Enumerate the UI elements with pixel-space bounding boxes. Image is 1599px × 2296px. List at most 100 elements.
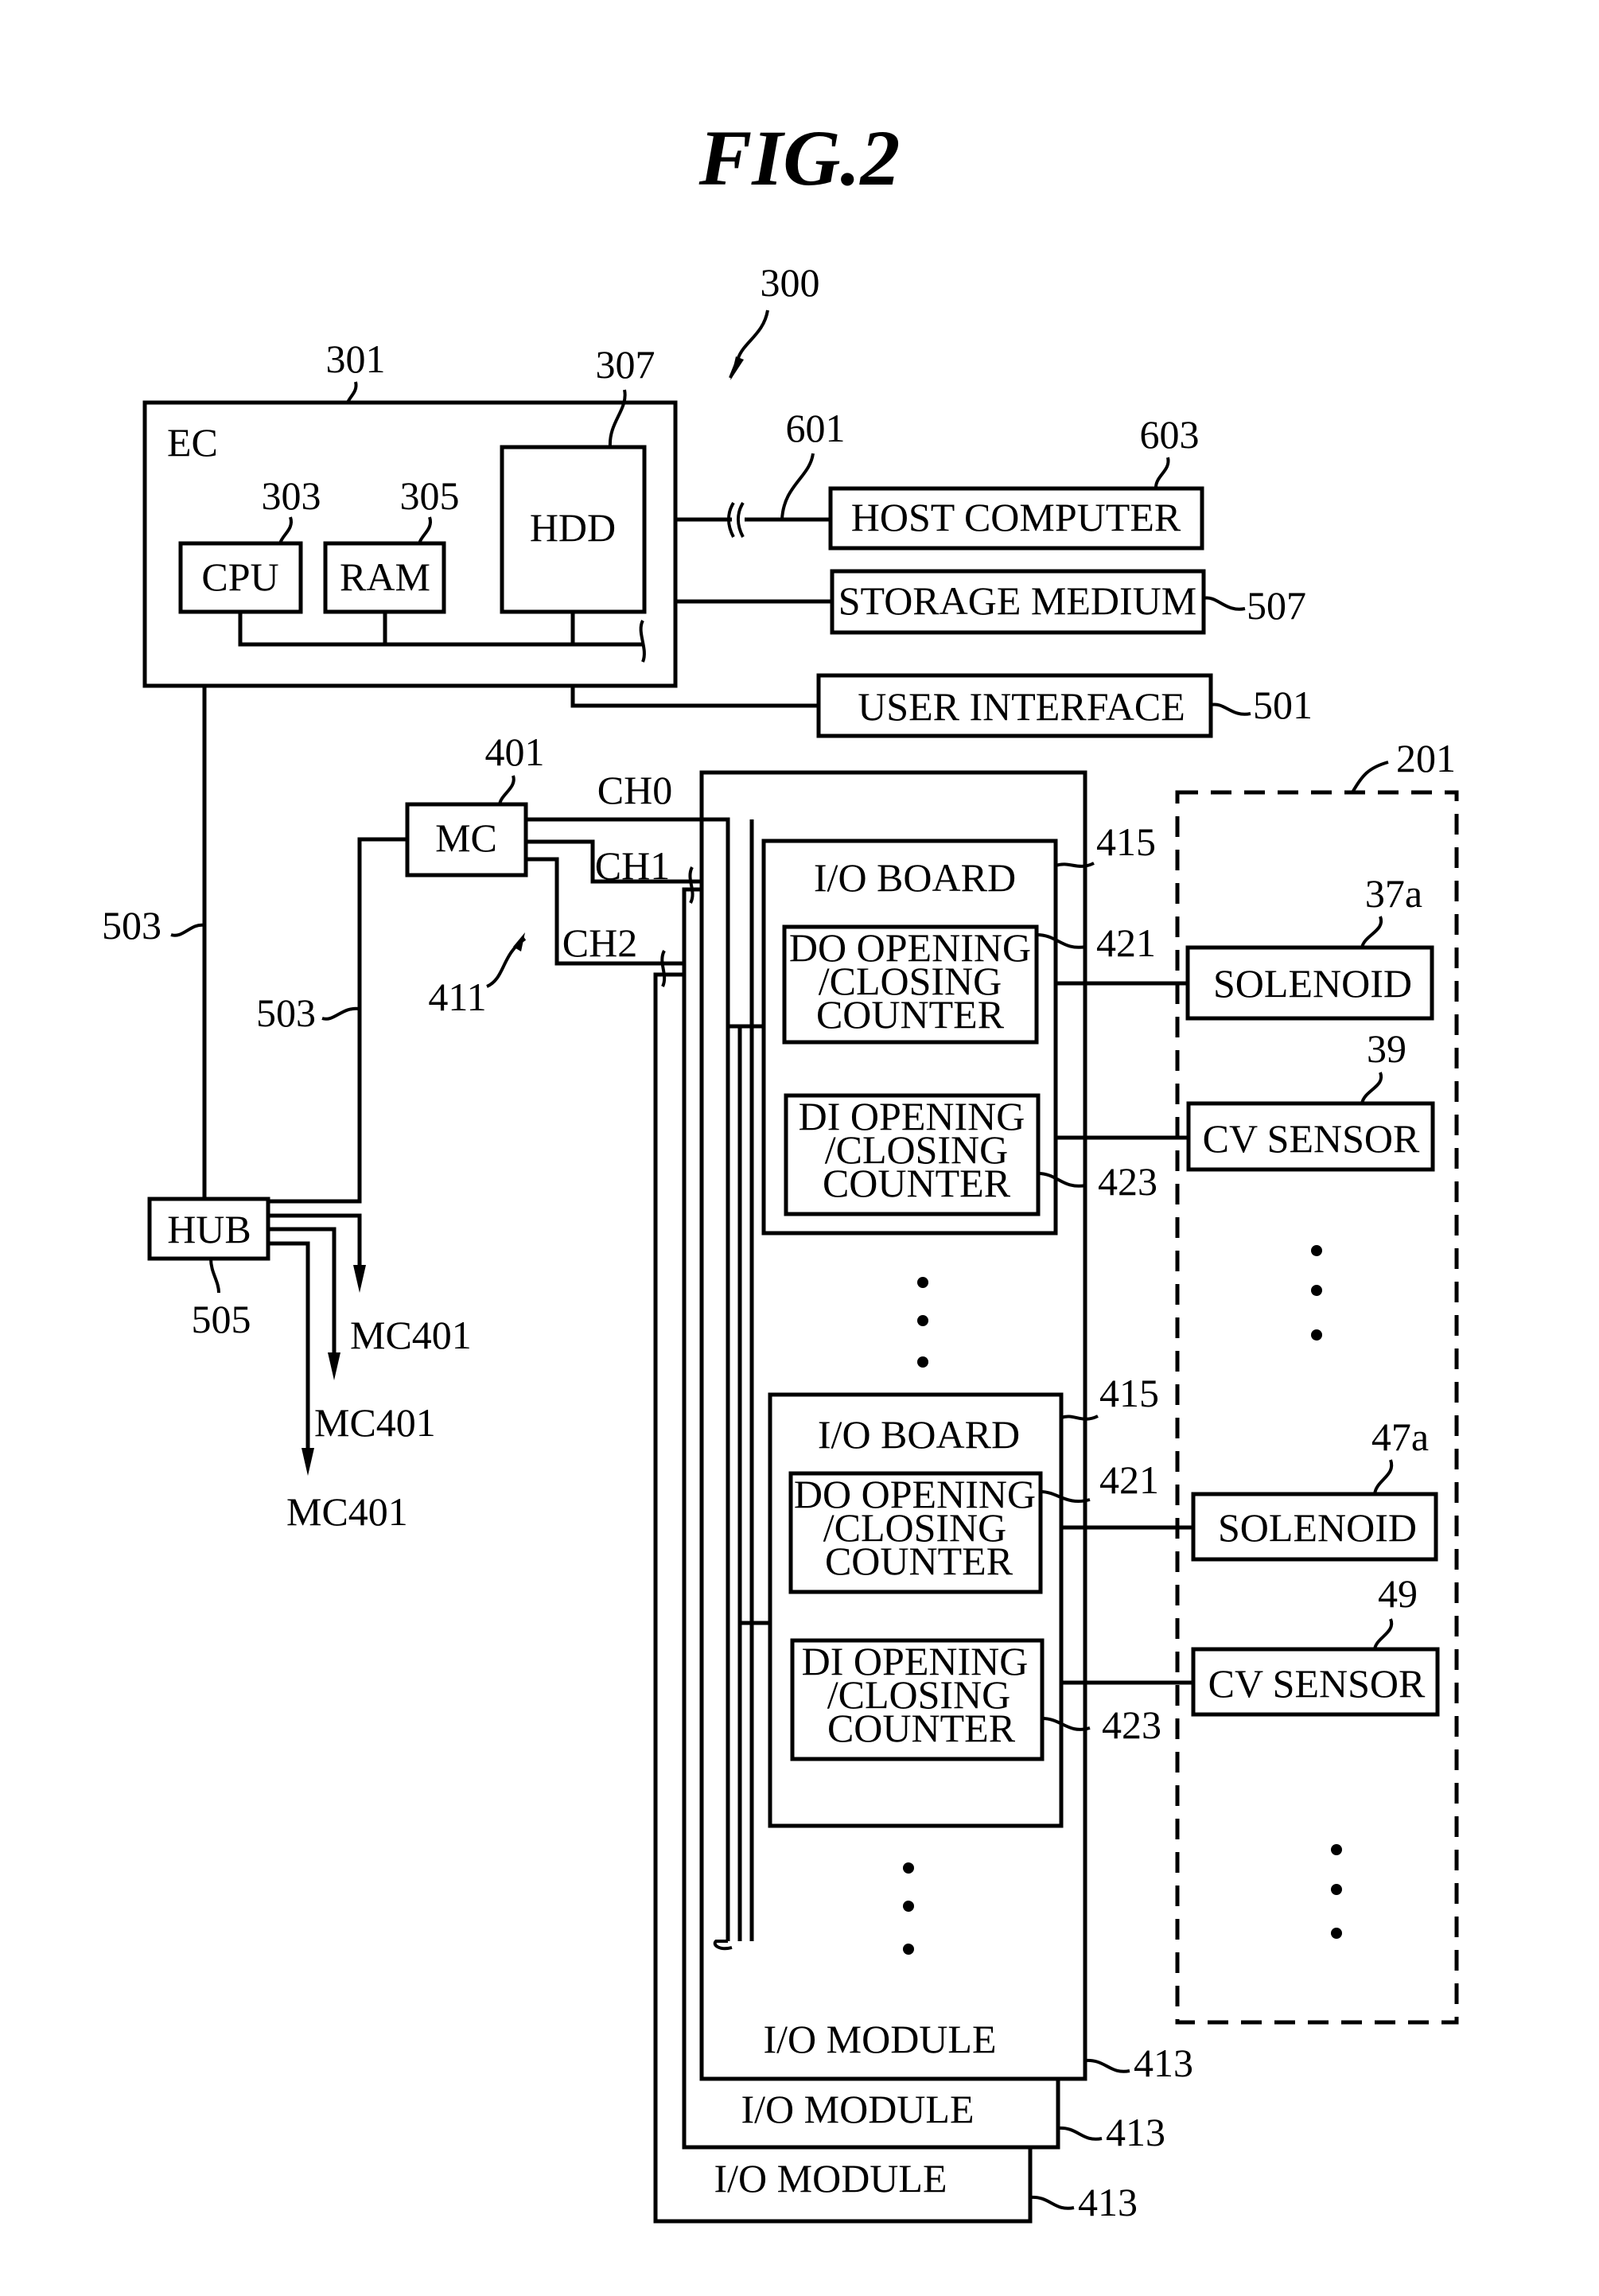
io-board-2-box — [768, 1392, 1064, 1828]
io-board-2: I/O BOARD 415 DO OPENING /CLOSING COUNTE… — [768, 1371, 1161, 1828]
solenoid-1-ref: 37a — [1365, 871, 1422, 916]
ellipsis-dot — [1311, 1329, 1322, 1341]
mc-label: MC — [435, 815, 497, 860]
channel-1-label: CH1 — [595, 843, 670, 888]
hub-output-1-arrowhead — [353, 1265, 366, 1293]
cv-sensor-2-label: CV SENSOR — [1208, 1661, 1426, 1706]
host-computer-leader — [1154, 457, 1170, 489]
do-counter-1-line-3: COUNTER — [816, 992, 1005, 1037]
solenoid-2-ref: 47a — [1371, 1415, 1429, 1459]
hub-leader — [209, 1258, 220, 1294]
ec-block: EC 301 CPU 303 RAM 305 HDD 307 — [142, 337, 678, 688]
network-leader — [780, 453, 815, 520]
line-503-b-leader — [321, 1006, 360, 1021]
system-ref-label: 300 — [761, 260, 820, 305]
do-counter-2-line-3: COUNTER — [825, 1539, 1013, 1583]
io-module-1-ref: 413 — [1134, 2041, 1193, 2085]
ec-leader — [346, 381, 358, 403]
solenoid-2-leader — [1373, 1459, 1394, 1495]
cv-sensor-2-leader — [1373, 1618, 1394, 1650]
do-counter-2-ref: 421 — [1099, 1457, 1159, 1502]
di-counter-2-ref: 423 — [1102, 1703, 1161, 1747]
cv-sensor-2-ref: 49 — [1378, 1571, 1418, 1616]
storage-medium-label: STORAGE MEDIUM — [838, 578, 1197, 623]
hub-output-2-label: MC401 — [314, 1400, 436, 1445]
io-module-3-label: I/O MODULE — [714, 2156, 947, 2201]
channel-0-label: CH0 — [597, 768, 672, 812]
ec-label: EC — [167, 420, 218, 465]
host-computer-ref: 603 — [1140, 412, 1200, 457]
ellipsis-dot — [903, 1944, 914, 1955]
io-module-2-ref: 413 — [1106, 2110, 1165, 2154]
hub-output-3 — [268, 1241, 310, 1452]
system-ref-arrowhead — [730, 356, 744, 380]
cv-sensor-1-ref: 39 — [1367, 1026, 1406, 1071]
user-interface-ref: 501 — [1253, 683, 1313, 727]
user-interface-leader — [1210, 702, 1251, 716]
network-ref: 601 — [786, 406, 846, 450]
line-ref-503-a: 503 — [102, 903, 161, 948]
hdd-ref: 307 — [596, 342, 656, 387]
ram-label: RAM — [340, 555, 430, 599]
network-break-icon-b — [737, 501, 745, 538]
io-module-3-leader — [1029, 2195, 1075, 2210]
di-counter-2-line-3: COUNTER — [827, 1706, 1016, 1750]
io-board-1: I/O BOARD 415 DO OPENING /CLOSING COUNTE… — [761, 819, 1157, 1236]
hub-output-2-arrowhead — [328, 1352, 340, 1380]
cpu-ref: 303 — [262, 473, 321, 518]
storage-medium-leader — [1203, 596, 1246, 611]
io-module-2-label: I/O MODULE — [741, 2087, 974, 2131]
hub-output-2 — [268, 1227, 337, 1356]
block-diagram: FIG.2 300 EC 301 CPU 303 RAM 305 HDD 307 — [102, 114, 1459, 2224]
di-counter-1-ref: 423 — [1098, 1159, 1157, 1204]
ellipsis-dot — [1311, 1285, 1322, 1296]
ellipsis-dot — [917, 1315, 928, 1326]
do-counter-1-ref: 421 — [1096, 920, 1156, 965]
equipment-leader — [1351, 761, 1389, 793]
ram-ref: 305 — [400, 473, 460, 518]
external-devices: 601 HOST COMPUTER 603 STORAGE MEDIUM 507… — [570, 406, 1313, 738]
ec-ref: 301 — [326, 337, 386, 381]
ellipsis-dot — [903, 1901, 914, 1912]
solenoid-1-leader — [1360, 916, 1383, 948]
cv-sensor-1-label: CV SENSOR — [1203, 1116, 1420, 1161]
solenoid-1-label: SOLENOID — [1213, 961, 1412, 1006]
mc-leader — [498, 775, 515, 805]
io-module-1-leader — [1084, 2058, 1130, 2073]
host-computer-label: HOST COMPUTER — [851, 495, 1181, 539]
ellipsis-dot — [1331, 1884, 1342, 1895]
storage-medium-ref: 507 — [1247, 583, 1306, 628]
solenoid-2-label: SOLENOID — [1218, 1505, 1417, 1550]
io-board-1-label: I/O BOARD — [814, 855, 1016, 900]
ec-to-ui-line — [570, 686, 819, 708]
figure-title: FIG.2 — [698, 114, 901, 202]
hub-label: HUB — [167, 1207, 251, 1251]
io-module-1-label: I/O MODULE — [763, 2017, 996, 2061]
ellipsis-dot — [903, 1862, 914, 1874]
io-module-3-ref: 413 — [1078, 2180, 1138, 2224]
hub-output-3-arrowhead — [302, 1448, 314, 1476]
cpu-label: CPU — [201, 555, 278, 599]
channel-2-label: CH2 — [562, 920, 637, 965]
io-board-2-ref: 415 — [1099, 1371, 1159, 1415]
ellipsis-dot — [1331, 1928, 1342, 1939]
user-interface-label: USER INTERFACE — [858, 684, 1185, 729]
ellipsis-dot — [917, 1356, 928, 1368]
channel-group-ref: 411 — [428, 975, 486, 1019]
di-counter-1-line-3: COUNTER — [823, 1161, 1011, 1205]
hub-ref: 505 — [192, 1297, 251, 1341]
hdd-label: HDD — [530, 505, 616, 550]
cv-sensor-1-leader — [1360, 1072, 1383, 1104]
equipment-ref: 201 — [1396, 736, 1456, 780]
io-module-2-leader — [1057, 2126, 1103, 2141]
io-board-1-ref: 415 — [1096, 819, 1156, 864]
hub-output-1-label: MC401 — [350, 1313, 472, 1357]
ellipsis-dot — [1311, 1245, 1322, 1256]
ellipsis-dot — [917, 1277, 928, 1288]
line-ref-503-b: 503 — [256, 990, 316, 1035]
line-503-a-leader — [170, 923, 205, 937]
io-board-2-label: I/O BOARD — [818, 1412, 1020, 1457]
mc-ref: 401 — [485, 730, 545, 774]
hub-output-3-label: MC401 — [286, 1489, 408, 1534]
ellipsis-dot — [1331, 1844, 1342, 1855]
